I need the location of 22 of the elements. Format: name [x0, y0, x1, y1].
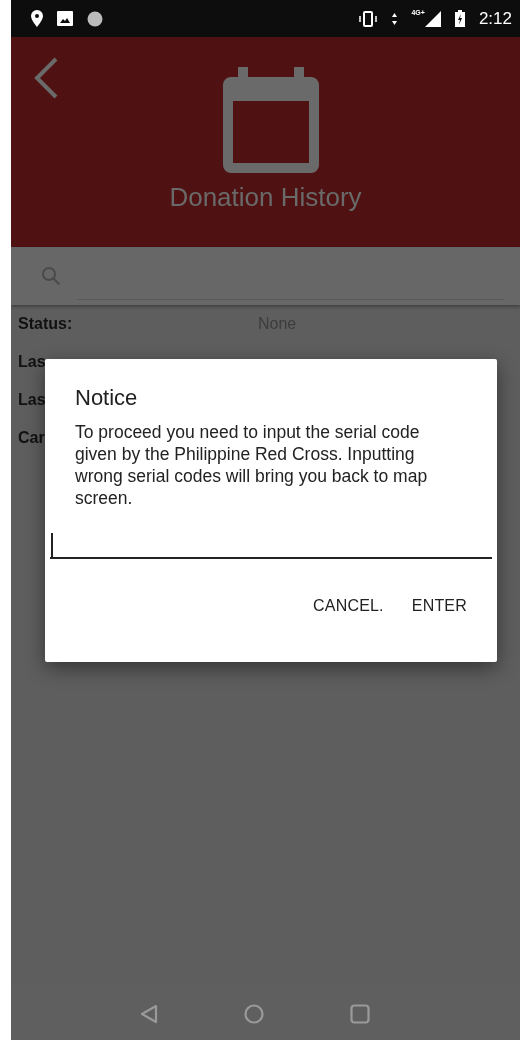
field-label: Car: [18, 429, 45, 447]
vibrate-icon: [358, 10, 379, 27]
calendar-icon: [223, 67, 319, 173]
image-icon: [57, 11, 73, 26]
cancel-button[interactable]: CANCEL.: [303, 589, 394, 623]
field-label: Status:: [18, 315, 73, 333]
home-icon[interactable]: [243, 1003, 264, 1024]
screen-title: Donation History: [168, 182, 363, 213]
clock-time: 2:12: [478, 8, 512, 29]
enter-button[interactable]: ENTER: [401, 589, 477, 623]
dialog-title: Notice: [75, 385, 139, 411]
signal-icon: [424, 10, 441, 27]
circle-icon: [87, 10, 103, 27]
recents-icon[interactable]: [349, 1003, 370, 1024]
search-icon: [41, 266, 61, 286]
dialog-message: To proceed you need to input the serial code given by the Philippine Red Cross. Inputting wrong serial codes will bring you back to map screen.: [75, 421, 429, 509]
battery-charging-icon: [454, 10, 465, 27]
back-icon[interactable]: [139, 1003, 158, 1024]
field-label: Las: [18, 353, 46, 371]
field-label: Las: [18, 391, 46, 409]
data-arrows-icon: [392, 12, 398, 25]
location-icon: [31, 10, 43, 27]
